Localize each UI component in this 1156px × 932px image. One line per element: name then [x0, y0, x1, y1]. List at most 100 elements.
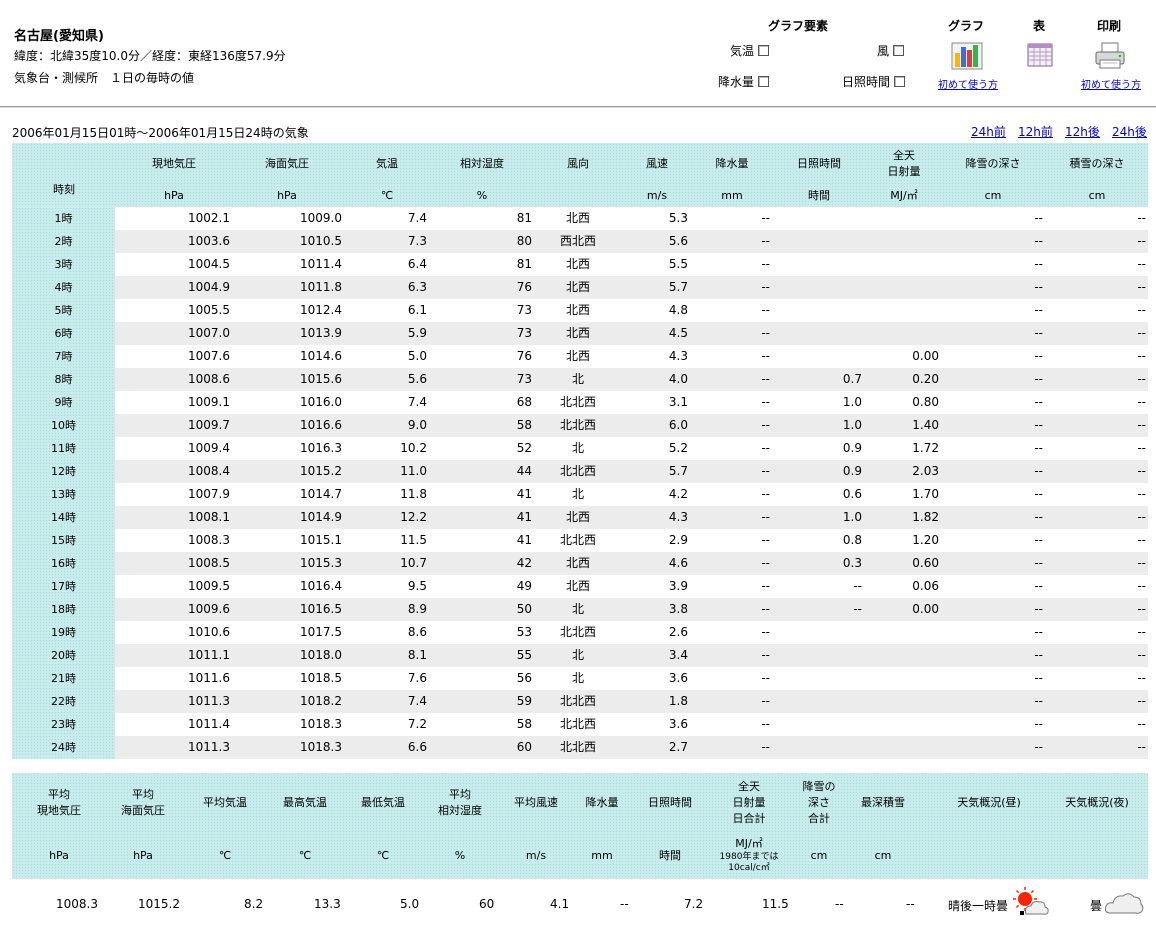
table-icon[interactable]: [1027, 43, 1053, 70]
cell-rh: 76: [516, 280, 532, 294]
checkbox-wind-box[interactable]: [893, 45, 905, 56]
nav-next-24h[interactable]: 24h後: [1112, 123, 1147, 140]
cell-sun: 0.6: [842, 487, 862, 501]
sh-avg-press-2: 現地気圧: [37, 804, 81, 817]
sv-weather-day: 晴後一時曇: [948, 899, 1009, 913]
cell-hour: 11時: [51, 442, 76, 455]
sh-rad-1: 全天: [738, 780, 760, 793]
cell-wspd: 3.6: [668, 717, 688, 731]
checkbox-sunshine-box[interactable]: [894, 76, 906, 87]
cell-rad: 1.40: [912, 418, 939, 432]
cell-press: 1009.7: [188, 418, 230, 432]
sv-rad: 11.5: [762, 897, 789, 911]
cell-sea: 1018.2: [300, 694, 342, 708]
cell-wspd: 3.8: [668, 602, 688, 616]
cell-press: 1004.5: [188, 257, 230, 271]
cell-rad: [862, 230, 939, 253]
cell-snowdepth: --: [1137, 280, 1146, 294]
checkbox-sunshine[interactable]: 日照時間: [842, 73, 906, 90]
cell-temp: 10.7: [400, 556, 427, 570]
cell-precip: --: [761, 464, 770, 478]
howto-graph-link[interactable]: 初めて使う方: [938, 76, 998, 91]
cell-hour: 14時: [51, 511, 76, 524]
cell-precip: --: [761, 303, 770, 317]
printer-icon[interactable]: [1094, 42, 1126, 73]
nav-prev-12h[interactable]: 12h前: [1018, 123, 1053, 140]
cell-wspd: 4.5: [668, 326, 688, 340]
unit-wspd: m/s: [646, 189, 668, 202]
cell-temp: 5.6: [407, 372, 427, 386]
checkbox-temp[interactable]: 気温: [730, 42, 770, 59]
checkbox-wind[interactable]: 風: [877, 42, 905, 59]
cell-temp: 6.6: [407, 740, 427, 754]
th-precip: 降水量: [715, 157, 749, 170]
cell-sea: 1016.0: [300, 395, 342, 409]
su-sun: 時間: [659, 849, 681, 862]
checkbox-temp-label: 気温: [730, 44, 755, 58]
bar-chart-icon[interactable]: [951, 39, 983, 74]
cell-precip: --: [761, 717, 770, 731]
sv-min-temp: 5.0: [400, 897, 420, 911]
cell-wspd: 2.6: [668, 625, 688, 639]
cell-sun: [775, 345, 862, 368]
cell-wdir: 北西: [565, 326, 591, 340]
cell-sea: 1017.5: [300, 625, 342, 639]
cell-wdir: 北: [571, 671, 585, 685]
cell-snowfall: --: [1034, 211, 1043, 225]
cell-temp: 5.0: [407, 349, 427, 363]
cell-wspd: 5.7: [668, 280, 688, 294]
sh-avg-sea-1: 平均: [132, 788, 154, 801]
header-divider: [0, 106, 1156, 108]
cell-snowfall: --: [1034, 648, 1043, 662]
cell-sun: [775, 230, 862, 253]
cell-snowfall: --: [1034, 349, 1043, 363]
checkbox-precip-box[interactable]: [758, 76, 770, 87]
cell-temp: 7.4: [407, 694, 427, 708]
cell-sea: 1014.6: [300, 349, 342, 363]
cell-wdir: 北北西: [559, 625, 597, 639]
cell-snowdepth: --: [1137, 602, 1146, 616]
cell-wdir: 北北西: [559, 464, 597, 478]
cell-wdir: 北: [571, 602, 585, 616]
cell-snowdepth: --: [1137, 257, 1146, 271]
cell-sea: 1018.0: [300, 648, 342, 662]
cell-wspd: 3.1: [668, 395, 688, 409]
sh-rad-3: 日合計: [732, 812, 766, 825]
howto-print-link[interactable]: 初めて使う方: [1081, 76, 1141, 91]
checkbox-precip[interactable]: 降水量: [718, 73, 770, 90]
station-name: 名古屋(愛知県): [14, 29, 104, 44]
cell-wspd: 4.2: [668, 487, 688, 501]
nav-next-12h[interactable]: 12h後: [1065, 123, 1100, 140]
cell-press: 1011.4: [188, 717, 230, 731]
nav-prev-24h[interactable]: 24h前: [971, 123, 1006, 140]
cell-snowfall: --: [1034, 372, 1043, 386]
sh-weather-day: 天気概況(昼): [957, 796, 1021, 809]
su-rad-note-2: 10cal/c㎡: [728, 863, 770, 873]
su-avg-temp: ℃: [218, 849, 232, 862]
cell-snowdepth: --: [1137, 694, 1146, 708]
unit-sun: 時間: [808, 189, 830, 202]
checkbox-temp-box[interactable]: [758, 45, 770, 56]
cell-wdir: 北西: [565, 556, 591, 570]
cell-precip: --: [761, 234, 770, 248]
cell-sea: 1009.0: [300, 211, 342, 225]
cell-precip: --: [761, 395, 770, 409]
cell-sea: 1011.8: [300, 280, 342, 294]
su-wind: m/s: [525, 849, 547, 862]
th-wdir: 風向: [567, 157, 589, 170]
graph-title: グラフ: [948, 19, 985, 33]
cell-rh: 76: [516, 349, 532, 363]
cell-hour: 7時: [54, 350, 73, 363]
cell-rh: 68: [516, 395, 532, 409]
cell-press: 1009.1: [188, 395, 230, 409]
cell-hour: 3時: [54, 258, 73, 271]
cell-rad: [862, 299, 939, 322]
cell-press: 1011.1: [188, 648, 230, 662]
cell-precip: --: [761, 441, 770, 455]
cell-precip: --: [761, 671, 770, 685]
cell-rh: 60: [516, 740, 532, 754]
cell-precip: --: [761, 625, 770, 639]
th-rh: 相対湿度: [460, 157, 504, 170]
cell-sun: [775, 299, 862, 322]
cell-rh: 49: [516, 579, 532, 593]
